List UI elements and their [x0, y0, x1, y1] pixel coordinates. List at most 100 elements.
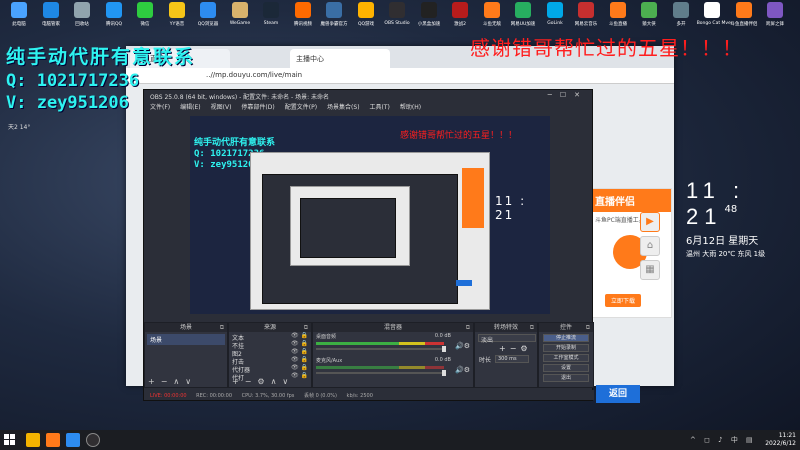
- desktop-shortcut[interactable]: 回收站: [65, 2, 99, 32]
- duration-row: 时长 300 ms: [475, 353, 537, 365]
- popout-icon[interactable]: ⧉: [466, 323, 470, 332]
- desktop-shortcut[interactable]: YY语音: [160, 2, 194, 32]
- popout-icon[interactable]: ⧉: [586, 323, 590, 332]
- desktop-shortcut[interactable]: 小黑盒加速: [412, 2, 446, 32]
- app-icon: [74, 2, 90, 18]
- douyu-taskbar-icon[interactable]: [46, 433, 60, 447]
- desktop-shortcut[interactable]: 猿大侠: [632, 2, 666, 32]
- desktop-shortcut[interactable]: 此电脑: [2, 2, 36, 32]
- desktop-shortcut[interactable]: WeGame: [223, 2, 257, 32]
- source-list-item[interactable]: 不挂 👁 🔒: [229, 340, 311, 350]
- desktop-shortcut[interactable]: 腾讯QQ: [97, 2, 131, 32]
- desktop-shortcut[interactable]: 微信: [128, 2, 162, 32]
- scene-toolbar[interactable]: +−∧∨: [148, 377, 197, 386]
- transition-select[interactable]: 淡出: [478, 334, 536, 344]
- menu-item[interactable]: 配置文件(P): [285, 104, 317, 111]
- menu-item[interactable]: 场景集合(S): [327, 104, 360, 111]
- source-list-item[interactable]: 代打器 👁 🔒: [229, 364, 311, 374]
- desktop-shortcut[interactable]: 网易云音乐: [569, 2, 603, 32]
- channel-db: 0.0 dB: [434, 357, 451, 363]
- menu-item[interactable]: 视图(V): [211, 104, 232, 111]
- play-side-icon[interactable]: ▶: [640, 212, 660, 232]
- control-button[interactable]: 退出: [543, 374, 589, 382]
- dock-title: 来源: [263, 324, 276, 331]
- desktop-shortcut[interactable]: GoLink: [538, 2, 572, 32]
- desktop-shortcut[interactable]: OBS Studio: [380, 2, 414, 32]
- system-tray[interactable]: ^ ◻ ♪ 中 ▤: [690, 435, 756, 445]
- promo-download-button[interactable]: 立即下载: [605, 294, 642, 307]
- desktop-shortcut[interactable]: QQ游戏: [349, 2, 383, 32]
- visibility-lock-icon[interactable]: 👁 🔒: [291, 348, 308, 355]
- popout-icon[interactable]: ⧉: [220, 323, 224, 332]
- shortcut-label: 回收站: [75, 21, 89, 27]
- desktop-shortcut[interactable]: QQ浏览器: [191, 2, 225, 32]
- control-button[interactable]: 工作室模式: [543, 354, 589, 362]
- desktop-shortcut[interactable]: 腾讯视频: [286, 2, 320, 32]
- source-list-item[interactable]: 打击 👁 🔒: [229, 356, 311, 366]
- scenes-dock: 场景 ⧉ 场景 +−∧∨: [144, 322, 228, 388]
- browser-tab-anchor-center[interactable]: 主播中心: [290, 49, 390, 68]
- transition-toolbar[interactable]: +−⚙: [475, 344, 537, 353]
- desktop-shortcut[interactable]: 多开: [664, 2, 698, 32]
- desktop-shortcut[interactable]: 网易UU加速: [506, 2, 540, 32]
- desktop-shortcut[interactable]: Bongo Cat Mver: [695, 2, 733, 32]
- visibility-lock-icon[interactable]: 👁 🔒: [291, 340, 308, 347]
- scene-list-item[interactable]: 场景: [147, 334, 225, 345]
- controls-dock-header: 控件 ⧉: [539, 323, 593, 332]
- volume-slider[interactable]: [316, 346, 446, 352]
- desktop-clock-widget: 11 : 21 48 6月12日 星期天 温州 大雨 20℃ 东风 1级: [686, 178, 800, 259]
- obs-taskbar-icon[interactable]: [86, 433, 100, 447]
- desktop-shortcut[interactable]: 斗鱼直播: [601, 2, 635, 32]
- window-controls[interactable]: ─☐✕: [548, 91, 588, 99]
- app-icon: [546, 2, 563, 18]
- desktop-shortcut[interactable]: 斗鱼直播伴侣: [727, 2, 761, 32]
- popout-icon[interactable]: ⧉: [530, 323, 534, 332]
- app-icon: [11, 2, 27, 18]
- visibility-lock-icon[interactable]: 👁 🔒: [291, 364, 308, 371]
- control-button[interactable]: 停止推流: [543, 334, 589, 342]
- menu-item[interactable]: 停靠部件(D): [241, 104, 274, 111]
- transitions-dock: 转场特效 ⧉ 淡出 +−⚙ 时长 300 ms: [474, 322, 538, 388]
- control-button[interactable]: 设置: [543, 364, 589, 372]
- speaker-icon[interactable]: 🔊⚙: [455, 366, 470, 374]
- taskbar-clock[interactable]: 11:21 2022/6/12: [765, 432, 796, 448]
- start-icon[interactable]: [4, 434, 16, 446]
- source-list-item[interactable]: 文本 👁 🔒: [229, 332, 311, 342]
- mixer-dock-header: 混音器 ⧉: [313, 323, 473, 332]
- visibility-lock-icon[interactable]: 👁 🔒: [291, 356, 308, 363]
- shortcut-label: 腾讯QQ: [105, 21, 122, 27]
- return-button[interactable]: 返回: [596, 385, 640, 403]
- visibility-lock-icon[interactable]: 👁 🔒: [291, 332, 308, 339]
- file-explorer-icon[interactable]: [26, 433, 40, 447]
- slider-knob[interactable]: [442, 346, 446, 352]
- slider-knob[interactable]: [442, 370, 446, 376]
- desktop-shortcut[interactable]: 电脑管家: [34, 2, 68, 32]
- volume-slider[interactable]: [316, 370, 446, 376]
- shortcut-label: GoLink: [546, 20, 563, 26]
- desktop-shortcut[interactable]: Steam: [254, 2, 288, 32]
- shortcut-label: 网易云音乐: [574, 21, 598, 27]
- browser-taskbar-icon[interactable]: [66, 433, 80, 447]
- app-icon: [704, 2, 720, 18]
- source-toolbar[interactable]: +−⚙∧∨: [232, 377, 294, 386]
- duration-input[interactable]: 300 ms: [495, 355, 529, 363]
- home-side-icon[interactable]: ⌂: [640, 236, 660, 256]
- contact-overlay: 纯手动代肝有意联系 Q: 1021717236 V: zey951206: [6, 42, 195, 113]
- control-button[interactable]: 开始录制: [543, 344, 589, 352]
- desktop-shortcut[interactable]: 跨屏之锋: [758, 2, 792, 32]
- obs-window: OBS 25.0.8 (64 bit, windows) - 配置文件: 未命名…: [143, 89, 594, 401]
- speaker-icon[interactable]: 🔊⚙: [455, 342, 470, 350]
- desktop-shortcut[interactable]: 魔兽争霸官方: [317, 2, 351, 32]
- rec-status: REC: 00:00:00: [196, 393, 233, 399]
- desktop-shortcut[interactable]: 激战2: [443, 2, 477, 32]
- grid-side-icon[interactable]: ▦: [640, 260, 660, 280]
- obs-menubar: 文件(F) 编辑(E) 视图(V) 停靠部件(D) 配置文件(P) 场景集合(S) 工具(T…: [144, 101, 592, 111]
- source-list-item[interactable]: 图2 👁 🔒: [229, 348, 311, 358]
- nested-return-button: [456, 280, 472, 286]
- desktop-shortcut[interactable]: 斗鱼无敌: [475, 2, 509, 32]
- menu-item[interactable]: 帮助(H): [400, 104, 421, 111]
- menu-item[interactable]: 工具(T): [370, 104, 390, 111]
- address-bar[interactable]: ..//mp.douyu.com/live/main: [126, 68, 674, 84]
- transition-type: 淡出: [481, 337, 494, 344]
- popout-icon[interactable]: ⧉: [304, 323, 308, 332]
